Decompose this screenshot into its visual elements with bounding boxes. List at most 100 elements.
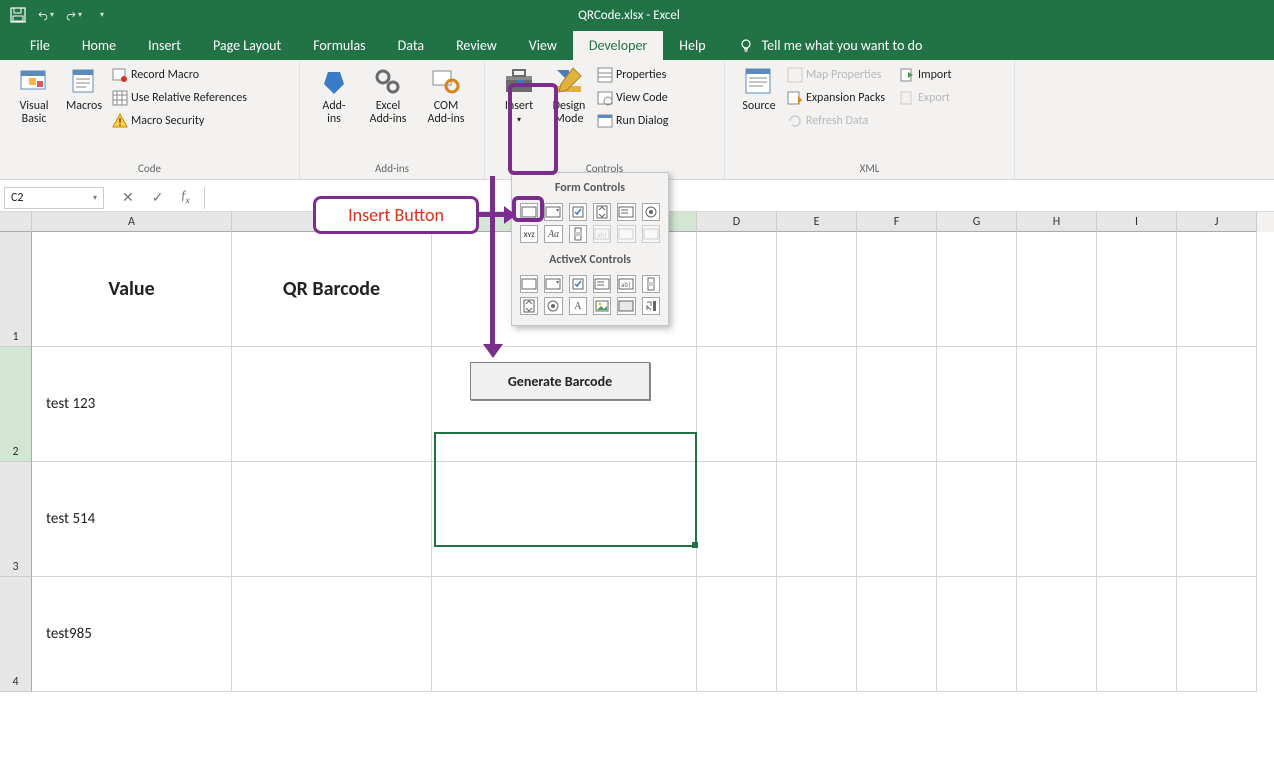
cell-D1[interactable] xyxy=(697,232,777,347)
cell-D4[interactable] xyxy=(697,577,777,692)
col-header-F[interactable]: F xyxy=(857,212,937,232)
cell-F4[interactable] xyxy=(857,577,937,692)
cell-H2[interactable] xyxy=(1017,347,1097,462)
macros-button[interactable]: Macros xyxy=(60,64,108,115)
ax-spin-control[interactable] xyxy=(520,297,538,315)
cell-D2[interactable] xyxy=(697,347,777,462)
ax-listbox-control[interactable] xyxy=(593,275,611,293)
visual-basic-button[interactable]: Visual Basic xyxy=(10,64,58,128)
cell-G2[interactable] xyxy=(937,347,1017,462)
cell-J1[interactable] xyxy=(1177,232,1257,347)
expansion-packs-button[interactable]: Expansion Packs xyxy=(785,89,887,107)
cell-H3[interactable] xyxy=(1017,462,1097,577)
ax-label-control[interactable]: A xyxy=(569,297,587,315)
ax-textbox-control[interactable]: ab| xyxy=(617,275,635,293)
cell-I1[interactable] xyxy=(1097,232,1177,347)
source-button[interactable]: Source xyxy=(735,64,783,115)
cell-C3[interactable] xyxy=(432,462,697,577)
row-header-3[interactable]: 3 xyxy=(0,462,32,577)
cell-H4[interactable] xyxy=(1017,577,1097,692)
ax-more-control[interactable] xyxy=(642,297,660,315)
col-header-H[interactable]: H xyxy=(1017,212,1097,232)
cell-A1[interactable]: Value xyxy=(32,232,232,347)
properties-button[interactable]: Properties xyxy=(595,66,670,84)
col-header-D[interactable]: D xyxy=(697,212,777,232)
cell-A3[interactable]: test 514 xyxy=(32,462,232,577)
use-relative-button[interactable]: Use Relative References xyxy=(110,89,249,107)
name-box[interactable]: C2▾ xyxy=(4,187,104,209)
redo-icon[interactable]: ▾ xyxy=(66,7,82,23)
ax-combo-control[interactable] xyxy=(544,275,562,293)
col-header-G[interactable]: G xyxy=(937,212,1017,232)
col-header-I[interactable]: I xyxy=(1097,212,1177,232)
cell-F1[interactable] xyxy=(857,232,937,347)
row-header-4[interactable]: 4 xyxy=(0,577,32,692)
record-macro-button[interactable]: Record Macro xyxy=(110,66,249,84)
col-header-J[interactable]: J xyxy=(1177,212,1257,232)
cell-D3[interactable] xyxy=(697,462,777,577)
design-mode-button[interactable]: Design Mode xyxy=(545,64,593,128)
row-header-2[interactable]: 2 xyxy=(0,347,32,462)
cell-A4[interactable]: test985 xyxy=(32,577,232,692)
com-addins-button[interactable]: COM Add-ins xyxy=(418,64,474,128)
tab-formulas[interactable]: Formulas xyxy=(297,31,381,60)
col-header-A[interactable]: A xyxy=(32,212,232,232)
import-button[interactable]: Import xyxy=(897,66,953,84)
row-header-1[interactable]: 1 xyxy=(0,232,32,347)
col-header-E[interactable]: E xyxy=(777,212,857,232)
cell-F3[interactable] xyxy=(857,462,937,577)
cell-B2[interactable] xyxy=(232,347,432,462)
undo-icon[interactable]: ▾ xyxy=(38,7,54,23)
ax-radio-control[interactable] xyxy=(544,297,562,315)
cell-I3[interactable] xyxy=(1097,462,1177,577)
form-radio-control[interactable] xyxy=(642,203,660,221)
cell-E2[interactable] xyxy=(777,347,857,462)
ax-button-control[interactable] xyxy=(520,275,538,293)
tab-home[interactable]: Home xyxy=(66,31,132,60)
cell-E4[interactable] xyxy=(777,577,857,692)
fx-icon[interactable]: fx xyxy=(181,189,189,207)
form-label-control[interactable]: Aa xyxy=(544,225,562,243)
insert-controls-button[interactable]: Insert▾ xyxy=(495,64,543,128)
tab-insert[interactable]: Insert xyxy=(132,31,197,60)
qat-customize-icon[interactable]: ▾ xyxy=(100,10,104,20)
generate-barcode-button[interactable]: Generate Barcode xyxy=(470,362,650,400)
cell-E3[interactable] xyxy=(777,462,857,577)
addins-button[interactable]: Add- ins xyxy=(310,64,358,128)
cell-A2[interactable]: test 123 xyxy=(32,347,232,462)
enter-icon[interactable]: ✓ xyxy=(152,189,164,206)
form-textfield-control[interactable]: ab| xyxy=(593,225,611,243)
form-checkbox-control[interactable] xyxy=(569,203,587,221)
ax-scrollbar-control[interactable] xyxy=(642,275,660,293)
tab-page-layout[interactable]: Page Layout xyxy=(197,31,297,60)
run-dialog-button[interactable]: Run Dialog xyxy=(595,112,670,130)
cell-J4[interactable] xyxy=(1177,577,1257,692)
form-button-control[interactable] xyxy=(520,203,538,221)
cell-B4[interactable] xyxy=(232,577,432,692)
cell-B1[interactable]: QR Barcode xyxy=(232,232,432,347)
cell-J3[interactable] xyxy=(1177,462,1257,577)
cell-G4[interactable] xyxy=(937,577,1017,692)
cell-E1[interactable] xyxy=(777,232,857,347)
tab-review[interactable]: Review xyxy=(440,31,513,60)
tell-me-search[interactable]: Tell me what you want to do xyxy=(722,31,939,60)
tab-developer[interactable]: Developer xyxy=(573,31,663,60)
save-icon[interactable] xyxy=(10,7,26,23)
cell-B3[interactable] xyxy=(232,462,432,577)
cell-I2[interactable] xyxy=(1097,347,1177,462)
cell-H1[interactable] xyxy=(1017,232,1097,347)
tab-view[interactable]: View xyxy=(513,31,573,60)
cell-G1[interactable] xyxy=(937,232,1017,347)
form-combobox2-control[interactable] xyxy=(617,225,635,243)
form-spin-control[interactable] xyxy=(593,203,611,221)
ax-image-control[interactable] xyxy=(593,297,611,315)
cell-G3[interactable] xyxy=(937,462,1017,577)
cell-F2[interactable] xyxy=(857,347,937,462)
cell-I4[interactable] xyxy=(1097,577,1177,692)
form-listbox-control[interactable] xyxy=(617,203,635,221)
tab-data[interactable]: Data xyxy=(382,31,440,60)
cell-J2[interactable] xyxy=(1177,347,1257,462)
excel-addins-button[interactable]: Excel Add-ins xyxy=(360,64,416,128)
macro-security-button[interactable]: Macro Security xyxy=(110,112,249,130)
form-dropdown-control[interactable] xyxy=(642,225,660,243)
